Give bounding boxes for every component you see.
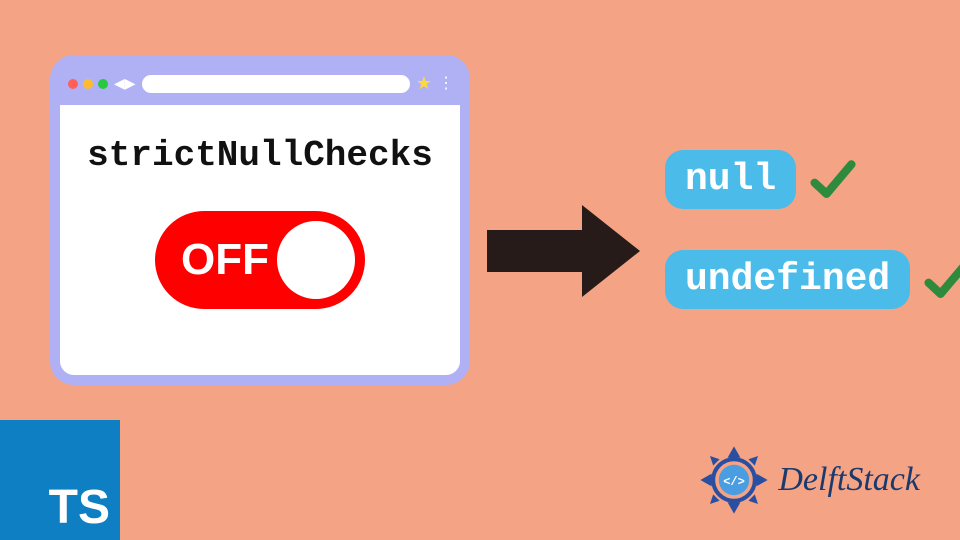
toggle-switch: OFF	[155, 211, 365, 309]
browser-window: ◀▶ ★ ⋮ strictNullChecks OFF	[50, 55, 470, 385]
toggle-knob	[277, 221, 355, 299]
menu-dots-icon: ⋮	[438, 76, 452, 92]
svg-text:</>: </>	[724, 475, 746, 489]
checkmark-icon	[810, 157, 856, 203]
star-icon: ★	[416, 73, 432, 95]
minimize-icon	[83, 79, 93, 89]
browser-chrome: ◀▶ ★ ⋮	[58, 63, 462, 105]
delftstack-logo: </> DelftStack	[694, 440, 920, 520]
undefined-badge: undefined	[665, 250, 910, 309]
typescript-logo: TS	[0, 420, 120, 540]
null-badge: null	[665, 150, 796, 209]
delftstack-emblem-icon: </>	[694, 440, 774, 520]
option-name: strictNullChecks	[75, 135, 445, 176]
arrow-icon	[487, 205, 640, 297]
toggle-label: OFF	[181, 235, 269, 285]
close-icon	[68, 79, 78, 89]
nav-arrows-icon: ◀▶	[114, 76, 136, 93]
ts-logo-text: TS	[49, 484, 110, 532]
url-bar	[142, 75, 410, 93]
result-null-row: null	[665, 150, 856, 209]
checkmark-icon	[924, 257, 960, 303]
maximize-icon	[98, 79, 108, 89]
browser-body: strictNullChecks OFF	[60, 105, 460, 339]
delftstack-text: DelftStack	[778, 461, 920, 499]
result-undefined-row: undefined	[665, 250, 960, 309]
traffic-lights	[68, 79, 108, 89]
